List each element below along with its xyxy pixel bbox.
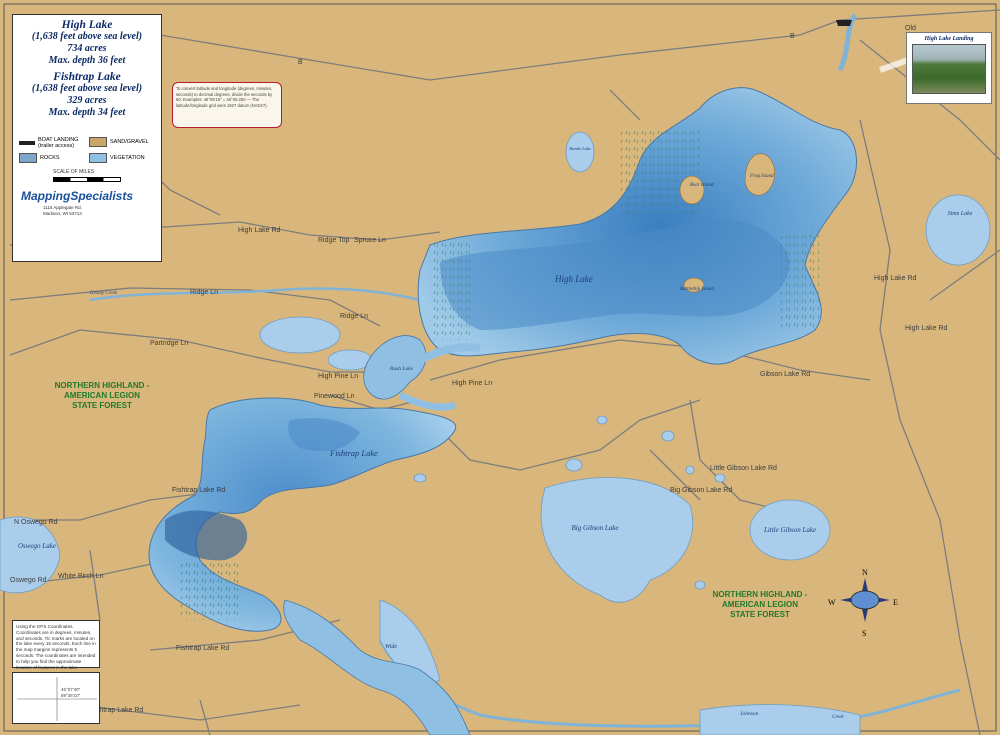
oswego-lake-label: Oswego Lake: [18, 542, 56, 550]
road-big-gibson-rd: Big Gibson Lake Rd: [670, 487, 732, 494]
fishtrap-lake-title: Fishtrap Lake: [53, 71, 121, 83]
scale-bar-graphic: [53, 177, 121, 182]
high-vegetation-north: [620, 130, 700, 220]
johnson-label: Johnson: [740, 711, 759, 717]
key-vegetation: VEGETATION: [89, 153, 145, 163]
road-high-pine: High Pine Ln: [318, 373, 358, 380]
key-rocks: ROCKS: [19, 153, 60, 163]
landing-photo: [912, 44, 986, 94]
rush-lake-label: Rush Lake: [389, 366, 414, 372]
fishtrap-lake-acres: 329 acres: [67, 95, 107, 106]
road-pinewood: Pinewood Ln: [314, 393, 355, 400]
coord-lat: 46°07'40": [61, 687, 81, 692]
coordinate-crosshair: [17, 677, 97, 721]
little-gibson-label: Little Gibson Lake: [763, 526, 816, 534]
road-ridge-ln-2: Ridge Ln: [340, 313, 368, 320]
road-n-oswego: N Oswego Rd: [14, 519, 58, 526]
road-high-pine-2: High Pine Ln: [452, 380, 492, 387]
addr-line-2: Madison, WI 53713: [43, 210, 82, 216]
coord-lon: 89°36'10": [61, 693, 81, 698]
key-sand: SAND/GRAVEL: [89, 137, 149, 147]
high-lake-acres: 734 acres: [67, 43, 107, 54]
forest-label-east-1: NORTHERN HIGHLAND -: [713, 590, 808, 599]
fishtrap-lake-depth: Max. depth 34 feet: [48, 107, 126, 118]
fishtrap-vegetation: [180, 560, 240, 620]
forest-label-west-1: NORTHERN HIGHLAND -: [55, 381, 150, 390]
road-fishtrap-lake-rd-2: Fishtrap Lake Rd: [176, 645, 229, 652]
big-gibson-label: Big Gibson Lake: [571, 524, 618, 532]
road-fishtrap-lake-rd: Fishtrap Lake Rd: [172, 487, 225, 494]
compass-n: N: [862, 568, 868, 577]
road-ridge-ln: Ridge Ln: [190, 289, 218, 296]
legend-panel: High Lake (1,638 feet above sea level) 7…: [12, 14, 162, 262]
rocks-swatch-icon: [19, 153, 37, 163]
hands-lake-label: Hands Lake: [568, 146, 591, 151]
gps-note-text: Using the GPS Coordinates. Coordinates a…: [16, 624, 96, 670]
landing-caption: High Lake Landing: [924, 36, 974, 42]
high-lake-elevation: (1,638 feet above sea level): [31, 31, 143, 42]
scale-label: SCALE OF MILES: [53, 169, 95, 175]
wide-label: Wide: [385, 644, 397, 650]
road-high-lake-rd-3: High Lake Rd: [905, 325, 948, 332]
high-vegetation-east: [780, 230, 820, 330]
sand-swatch-icon: [89, 137, 107, 147]
fishtrap-lake-label: Fishtrap Lake: [329, 448, 378, 458]
road-ridge-top: Ridge Top: [318, 237, 350, 244]
forest-label-east-3: STATE FOREST: [730, 610, 790, 619]
brand-logo: MappingSpecialists: [21, 189, 134, 203]
creek-label: Creek: [832, 715, 845, 720]
gps-note-box: Using the GPS Coordinates. Coordinates a…: [12, 620, 100, 670]
road-white-birch: White Birch Ln: [58, 573, 104, 580]
road-b-east: B: [790, 33, 795, 40]
fishtrap-lake-elevation: (1,638 feet above sea level): [31, 83, 143, 94]
scale-bar: SCALE OF MILES: [53, 169, 121, 182]
boat-icon: [19, 141, 35, 145]
high-lake-label: High Lake: [554, 274, 593, 284]
sime-lake-label: Sime Lake: [948, 211, 973, 217]
road-partridge: Partridge Ln: [150, 340, 188, 347]
compass-s: S: [862, 629, 866, 638]
key-boat-sub: (trailer access): [38, 143, 75, 149]
forest-label-west-2: AMERICAN LEGION: [64, 391, 140, 400]
boat-landing-icon: [836, 20, 852, 26]
road-high-lake-rd: High Lake Rd: [238, 227, 281, 234]
coordinate-example-box: 46°07'40" 89°36'10": [12, 672, 100, 724]
bear-island-label: Bear Island: [690, 183, 714, 188]
road-high-lake-rd-2: High Lake Rd: [874, 275, 917, 282]
high-lake-title: High Lake: [61, 19, 113, 31]
key-sand-label: SAND/GRAVEL: [110, 139, 149, 145]
forest-label-east-2: AMERICAN LEGION: [722, 600, 798, 609]
addr-line-1: 1116 Applegate Rd.: [43, 205, 82, 210]
landing-photo-panel: High Lake Landing: [906, 32, 992, 104]
battleship-island-label: Battleship Island: [680, 287, 715, 292]
key-veg-label: VEGETATION: [110, 155, 145, 161]
grassy-creek-label: Grassy Creek: [90, 291, 118, 296]
bear-island-shape: [679, 175, 705, 205]
key-boat-landing: BOAT LANDING (trailer access): [19, 137, 78, 149]
high-vegetation-west: [430, 240, 470, 340]
vegetation-swatch-icon: [89, 153, 107, 163]
road-spruce: Spruce Ln: [354, 237, 386, 244]
road-b-west: B: [298, 59, 303, 66]
coordinate-conversion-box: To convert latitude and longitude (degre…: [172, 82, 282, 128]
road-little-gibson-rd: Little Gibson Lake Rd: [710, 465, 777, 472]
conversion-text: To convert latitude and longitude (degre…: [176, 86, 273, 108]
key-rocks-label: ROCKS: [40, 155, 60, 161]
brand-address: 1116 Applegate Rd. Madison, WI 53713: [43, 205, 82, 216]
compass-e: E: [893, 598, 898, 607]
road-gibson-lake-rd: Gibson Lake Rd: [760, 371, 810, 378]
road-old: Old: [905, 25, 916, 32]
forest-label-west-3: STATE FOREST: [72, 401, 132, 410]
high-lake-depth: Max. depth 36 feet: [48, 55, 126, 66]
compass-w: W: [828, 598, 836, 607]
frog-island-label: Frog Island: [749, 174, 774, 179]
road-oswego-rd: Oswego Rd: [10, 577, 47, 584]
